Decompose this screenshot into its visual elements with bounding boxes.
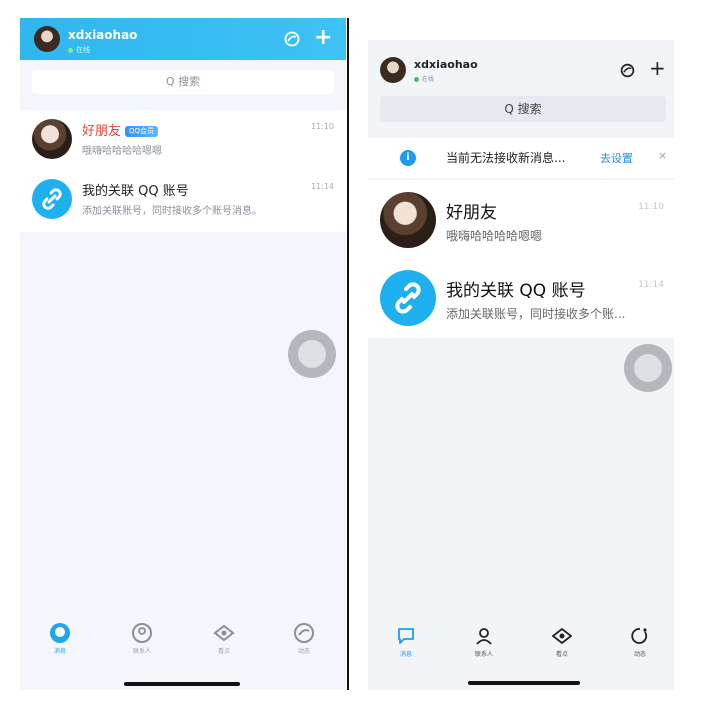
screen-divider	[347, 18, 349, 690]
conversation-name: 好朋友	[446, 203, 497, 223]
tab-label: 看点	[555, 651, 568, 658]
link-icon	[380, 270, 436, 326]
conversation-list: 好朋友 QQ会员 哦嗨哈哈哈哈嗯嗯 11:10 我的关联 QQ 账号 添加关联账号…	[20, 110, 346, 232]
tab-label: 联系人	[132, 648, 151, 655]
header-bar: xdxiaohao 在线 +	[20, 18, 346, 60]
tab-label: 动态	[297, 648, 310, 655]
status-text: 在线	[422, 76, 435, 83]
conversation-preview: 添加关联账号，同时接收多个账号消息。	[82, 206, 262, 217]
tab-bar: 消息 联系人 看点 动态	[20, 614, 346, 690]
add-button[interactable]: +	[314, 27, 332, 49]
contacts-icon	[132, 623, 152, 643]
online-status: 在线	[414, 74, 434, 83]
close-icon[interactable]: ×	[658, 149, 667, 162]
tab-messages[interactable]: 消息	[376, 626, 436, 658]
link-icon	[32, 179, 72, 219]
tab-label: 消息	[53, 648, 66, 655]
assistive-touch-inner	[634, 354, 662, 382]
conversation-preview: 哦嗨哈哈哈哈嗯嗯	[446, 229, 543, 243]
home-indicator[interactable]	[468, 681, 580, 685]
eye-icon	[213, 624, 235, 642]
eye-icon	[552, 627, 572, 645]
conversation-name-text: 好朋友	[82, 124, 122, 139]
conversation-row-friend[interactable]: 好朋友 哦嗨哈哈哈哈嗯嗯 11:10	[368, 180, 674, 258]
notice-text: 当前无法接收新消息...	[446, 151, 566, 165]
contacts-icon	[476, 628, 492, 645]
status-dot-icon	[414, 77, 419, 82]
conversation-name: 我的关联 QQ 账号	[82, 184, 189, 199]
friend-avatar	[380, 192, 436, 248]
tab-feed[interactable]: 动态	[610, 626, 670, 658]
tab-label: 看点	[217, 648, 230, 655]
conversation-preview: 哦嗨哈哈哈哈嗯嗯	[82, 146, 162, 157]
tab-contacts[interactable]: 联系人	[112, 622, 172, 655]
conversation-time: 11:14	[310, 182, 334, 191]
chat-icon	[398, 628, 414, 644]
tab-label: 消息	[399, 651, 412, 658]
user-avatar[interactable]	[380, 57, 406, 83]
conversation-name: 好朋友 QQ会员	[82, 120, 159, 139]
conversation-row-linked-accounts[interactable]: 我的关联 QQ 账号 添加关联账号，同时接收多个账号消息。 11:14	[20, 170, 346, 230]
add-button[interactable]: +	[649, 58, 666, 78]
conversation-name: 我的关联 QQ 账号	[446, 281, 586, 301]
username: xdxiaohao	[68, 28, 138, 42]
left-phone-screen: xdxiaohao 在线 + Q 搜索 好朋友 QQ会员 哦嗨哈哈哈哈嗯嗯 11:…	[20, 18, 346, 690]
conversation-row-linked-accounts[interactable]: 我的关联 QQ 账号 添加关联账号，同时接收多个账... 11:14	[368, 258, 674, 336]
search-bar[interactable]: Q 搜索	[380, 96, 666, 122]
tab-feed[interactable]: 动态	[274, 622, 334, 655]
online-status: 在线	[68, 45, 90, 55]
search-bar[interactable]: Q 搜索	[32, 70, 334, 94]
assistive-touch-button[interactable]	[288, 330, 336, 378]
star-icon	[294, 623, 314, 643]
assistive-touch-button[interactable]	[624, 344, 672, 392]
conversation-time: 11:10	[638, 202, 664, 212]
right-phone-screen: xdxiaohao 在线 + Q 搜索 i 当前无法接收新消息... 去设置 ×…	[368, 40, 674, 690]
tab-contacts[interactable]: 联系人	[454, 626, 514, 658]
status-text: 在线	[76, 46, 90, 54]
tab-label: 联系人	[474, 651, 493, 658]
vip-badge: QQ会员	[125, 126, 159, 137]
conversation-preview: 添加关联账号，同时接收多个账...	[446, 307, 626, 321]
username: xdxiaohao	[414, 58, 478, 71]
conversation-time: 11:14	[638, 280, 664, 290]
tab-discover[interactable]: 看点	[194, 622, 254, 655]
tab-label: 动态	[633, 651, 646, 658]
tab-bar: 消息 联系人 看点 动态	[368, 618, 674, 690]
user-avatar[interactable]	[34, 26, 60, 52]
settings-link[interactable]: 去设置	[600, 150, 633, 166]
home-indicator[interactable]	[124, 682, 240, 686]
notification-banner[interactable]: i 当前无法接收新消息... 去设置 ×	[368, 138, 674, 178]
conversation-list: 好朋友 哦嗨哈哈哈哈嗯嗯 11:10 我的关联 QQ 账号 添加关联账号，同时接…	[368, 180, 674, 338]
chat-icon	[50, 623, 70, 643]
refresh-icon	[631, 628, 648, 644]
conversation-time: 11:10	[310, 122, 334, 131]
globe-icon[interactable]	[620, 63, 635, 78]
friend-avatar	[32, 119, 72, 159]
status-dot-icon	[68, 47, 73, 53]
tab-discover[interactable]: 看点	[532, 626, 592, 658]
assistive-touch-inner	[298, 340, 326, 368]
info-icon: i	[400, 150, 416, 166]
tab-messages[interactable]: 消息	[30, 622, 90, 655]
conversation-row-friend[interactable]: 好朋友 QQ会员 哦嗨哈哈哈哈嗯嗯 11:10	[20, 110, 346, 170]
globe-icon[interactable]	[284, 31, 300, 47]
